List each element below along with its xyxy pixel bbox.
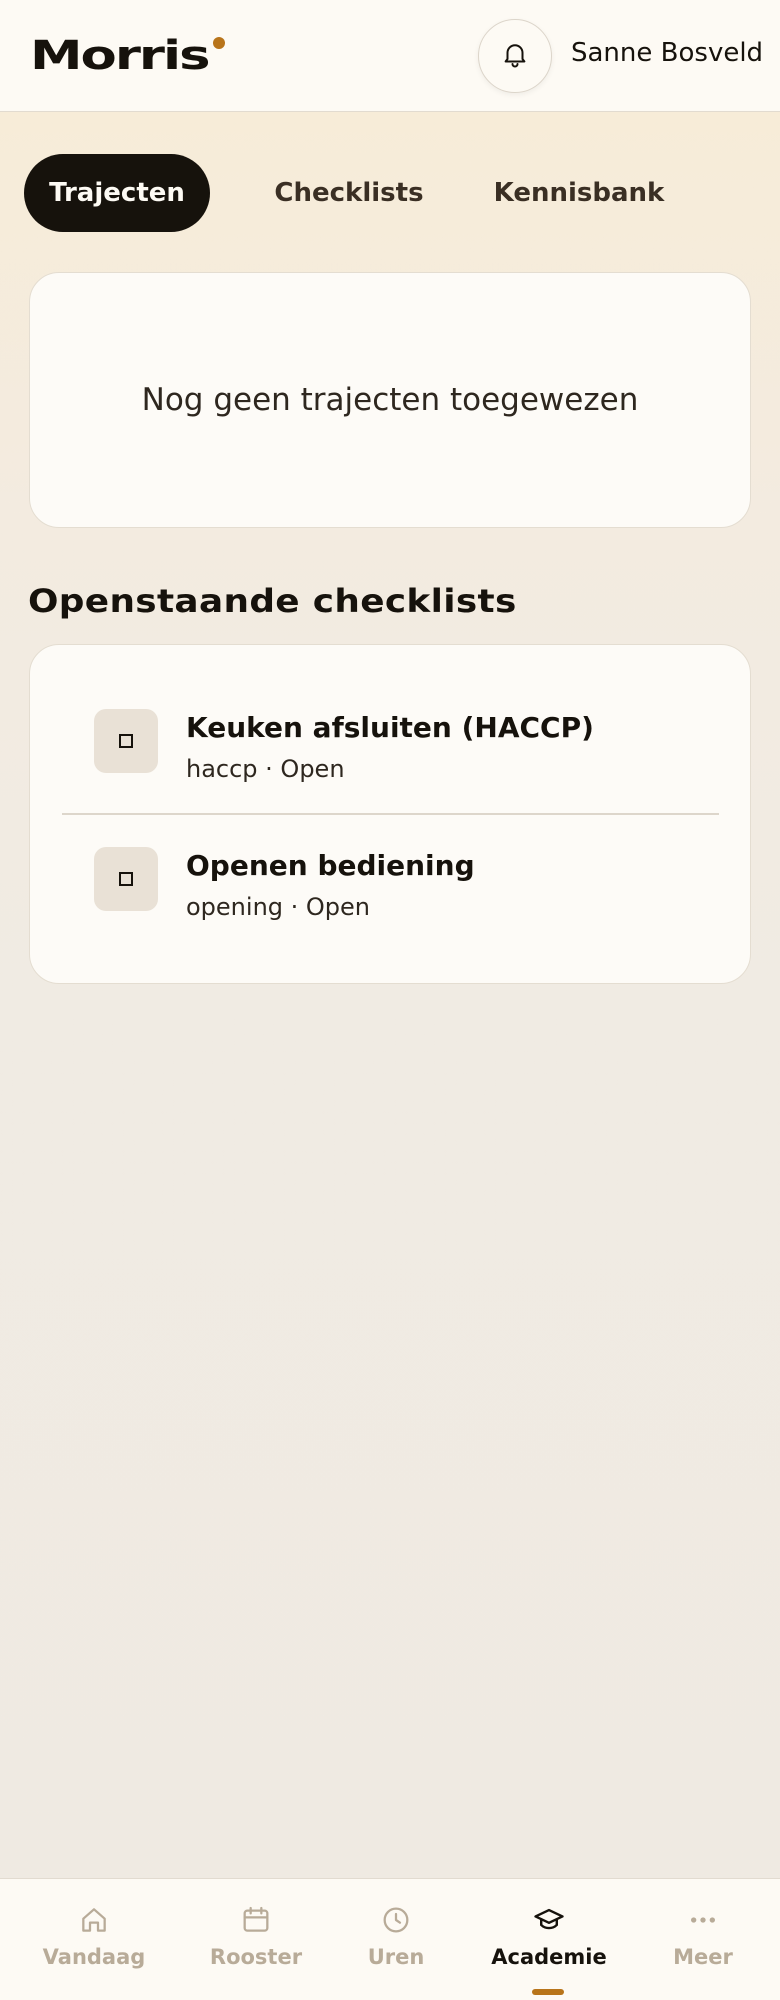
checklist-item[interactable]: Keuken afsluiten (HACCP) haccp · Open [30,669,752,809]
nav-vandaag[interactable]: Vandaag [34,1879,154,2000]
nav-rooster[interactable]: Rooster [196,1879,316,2000]
graduation-cap-icon [532,1903,566,1937]
nav-academie[interactable]: Academie [484,1879,614,2000]
empty-trajecten-card: Nog geen trajecten toegewezen [29,272,751,528]
more-icon [686,1903,720,1937]
checklist-card: Keuken afsluiten (HACCP) haccp · Open Op… [29,644,751,984]
tab-bar: Trajecten Checklists Kennisbank [24,154,764,232]
checklist-title: Keuken afsluiten (HACCP) [186,711,594,744]
logo[interactable]: Morris [30,32,211,80]
tab-checklists[interactable]: Checklists [242,154,456,232]
nav-uren[interactable]: Uren [336,1879,456,2000]
nav-label: Uren [367,1945,425,1969]
checklist-subtitle: haccp · Open [186,755,345,783]
nav-label: Rooster [209,1945,303,1969]
nav-label: Vandaag [42,1945,146,1969]
checklist-title: Openen bediening [186,849,475,882]
section-title: Openstaande checklists [28,582,517,620]
checkbox-icon [94,847,158,911]
bottom-nav: Vandaag Rooster Uren Academie Meer [0,1878,780,2000]
checklist-item[interactable]: Openen bediening opening · Open [30,807,752,947]
checkbox-icon [94,709,158,773]
logo-dot [213,37,225,49]
app-header: Morris Sanne Bosveld [0,0,780,112]
notifications-button[interactable] [478,19,552,93]
empty-state-text: Nog geen trajecten toegewezen [141,382,639,418]
clock-icon [379,1903,413,1937]
user-name[interactable]: Sanne Bosveld [571,38,763,68]
calendar-icon [239,1903,273,1937]
home-icon [77,1903,111,1937]
tab-kennisbank[interactable]: Kennisbank [460,154,698,232]
nav-label: Academie [491,1945,607,1969]
bell-icon [500,39,530,73]
tab-trajecten[interactable]: Trajecten [24,154,210,232]
nav-meer[interactable]: Meer [643,1879,763,2000]
nav-label: Meer [673,1945,733,1969]
active-nav-indicator [532,1989,564,1995]
checklist-subtitle: opening · Open [186,893,370,921]
